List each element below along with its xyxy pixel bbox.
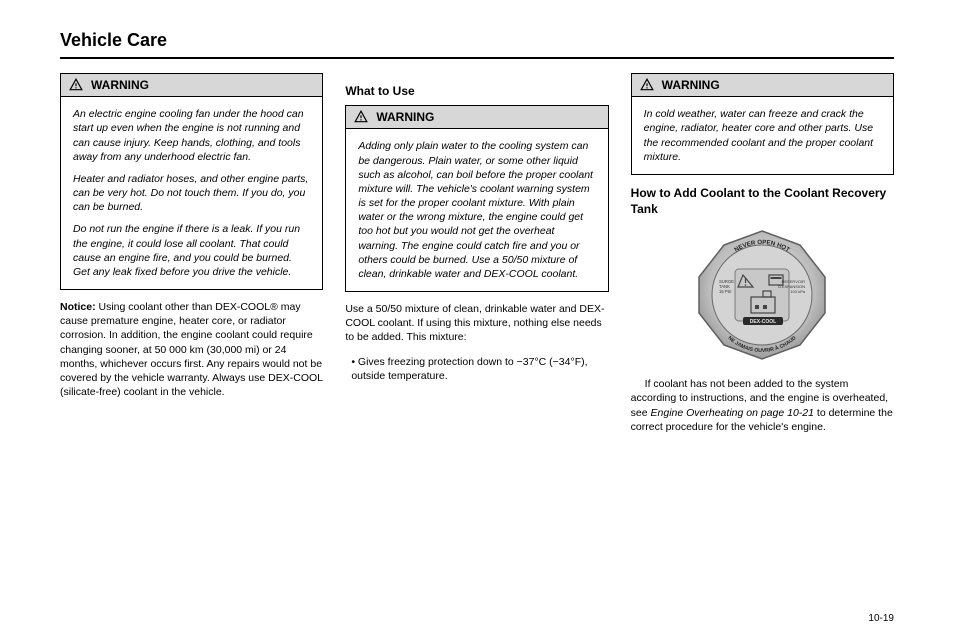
warning-body-1: An electric engine cooling fan under the… bbox=[61, 97, 322, 289]
notice-paragraph: Notice: Using coolant other than DEX-COO… bbox=[60, 300, 323, 399]
column-3: WARNING In cold weather, water can freez… bbox=[631, 73, 894, 444]
warn-text: Do not run the engine if there is a leak… bbox=[73, 222, 310, 279]
page-title: Vehicle Care bbox=[60, 30, 894, 51]
warn-text: An electric engine cooling fan under the… bbox=[73, 107, 310, 164]
column-2: What to Use WARNING Adding only plain wa… bbox=[345, 73, 608, 444]
bullet: • Gives freezing protection down to −37°… bbox=[351, 355, 608, 383]
warning-label: WARNING bbox=[376, 109, 434, 125]
notice-label: Notice: bbox=[60, 301, 96, 313]
warning-heading: WARNING bbox=[61, 74, 322, 97]
warning-body-3: In cold weather, water can freeze and cr… bbox=[632, 97, 893, 174]
section-heading: What to Use bbox=[345, 83, 608, 99]
svg-text:15 PSI: 15 PSI bbox=[719, 289, 732, 294]
warning-icon bbox=[354, 110, 368, 124]
warning-box-3: WARNING In cold weather, water can freez… bbox=[631, 73, 894, 175]
warn-text: Heater and radiator hoses, and other eng… bbox=[73, 172, 310, 215]
svg-text:DEX-COOL: DEX-COOL bbox=[750, 319, 776, 325]
warning-box-1: WARNING An electric engine cooling fan u… bbox=[60, 73, 323, 290]
warn-text: In cold weather, water can freeze and cr… bbox=[644, 107, 881, 164]
divider bbox=[60, 57, 894, 59]
cross-ref-link[interactable]: Engine Overheating on page 10-21 bbox=[651, 407, 814, 419]
warning-label: WARNING bbox=[91, 77, 149, 93]
paragraph: If coolant has not been added to the sys… bbox=[631, 377, 894, 434]
coolant-cap-icon: NEVER OPEN HOT NE JAMAIS OUVRIR À CHAUD … bbox=[687, 225, 837, 365]
page-footer: 10-19 bbox=[0, 613, 954, 624]
notice-body: Using coolant other than DEX-COOL® may c… bbox=[60, 301, 323, 398]
warning-heading: WARNING bbox=[346, 106, 607, 129]
warning-label: WARNING bbox=[662, 77, 720, 93]
cap-illustration: NEVER OPEN HOT NE JAMAIS OUVRIR À CHAUD … bbox=[631, 225, 894, 365]
svg-text:103 kPa: 103 kPa bbox=[791, 289, 806, 294]
warning-heading: WARNING bbox=[632, 74, 893, 97]
column-1: WARNING An electric engine cooling fan u… bbox=[60, 73, 323, 444]
warning-body-2: Adding only plain water to the cooling s… bbox=[346, 129, 607, 291]
paragraph: Use a 50/50 mixture of clean, drinkable … bbox=[345, 302, 608, 345]
warning-box-2: WARNING Adding only plain water to the c… bbox=[345, 105, 608, 292]
warning-icon bbox=[69, 78, 83, 92]
page-number: 10-19 bbox=[868, 613, 894, 624]
warn-text: Adding only plain water to the cooling s… bbox=[358, 139, 595, 281]
section-heading: How to Add Coolant to the Coolant Recove… bbox=[631, 185, 894, 217]
warning-icon bbox=[640, 78, 654, 92]
